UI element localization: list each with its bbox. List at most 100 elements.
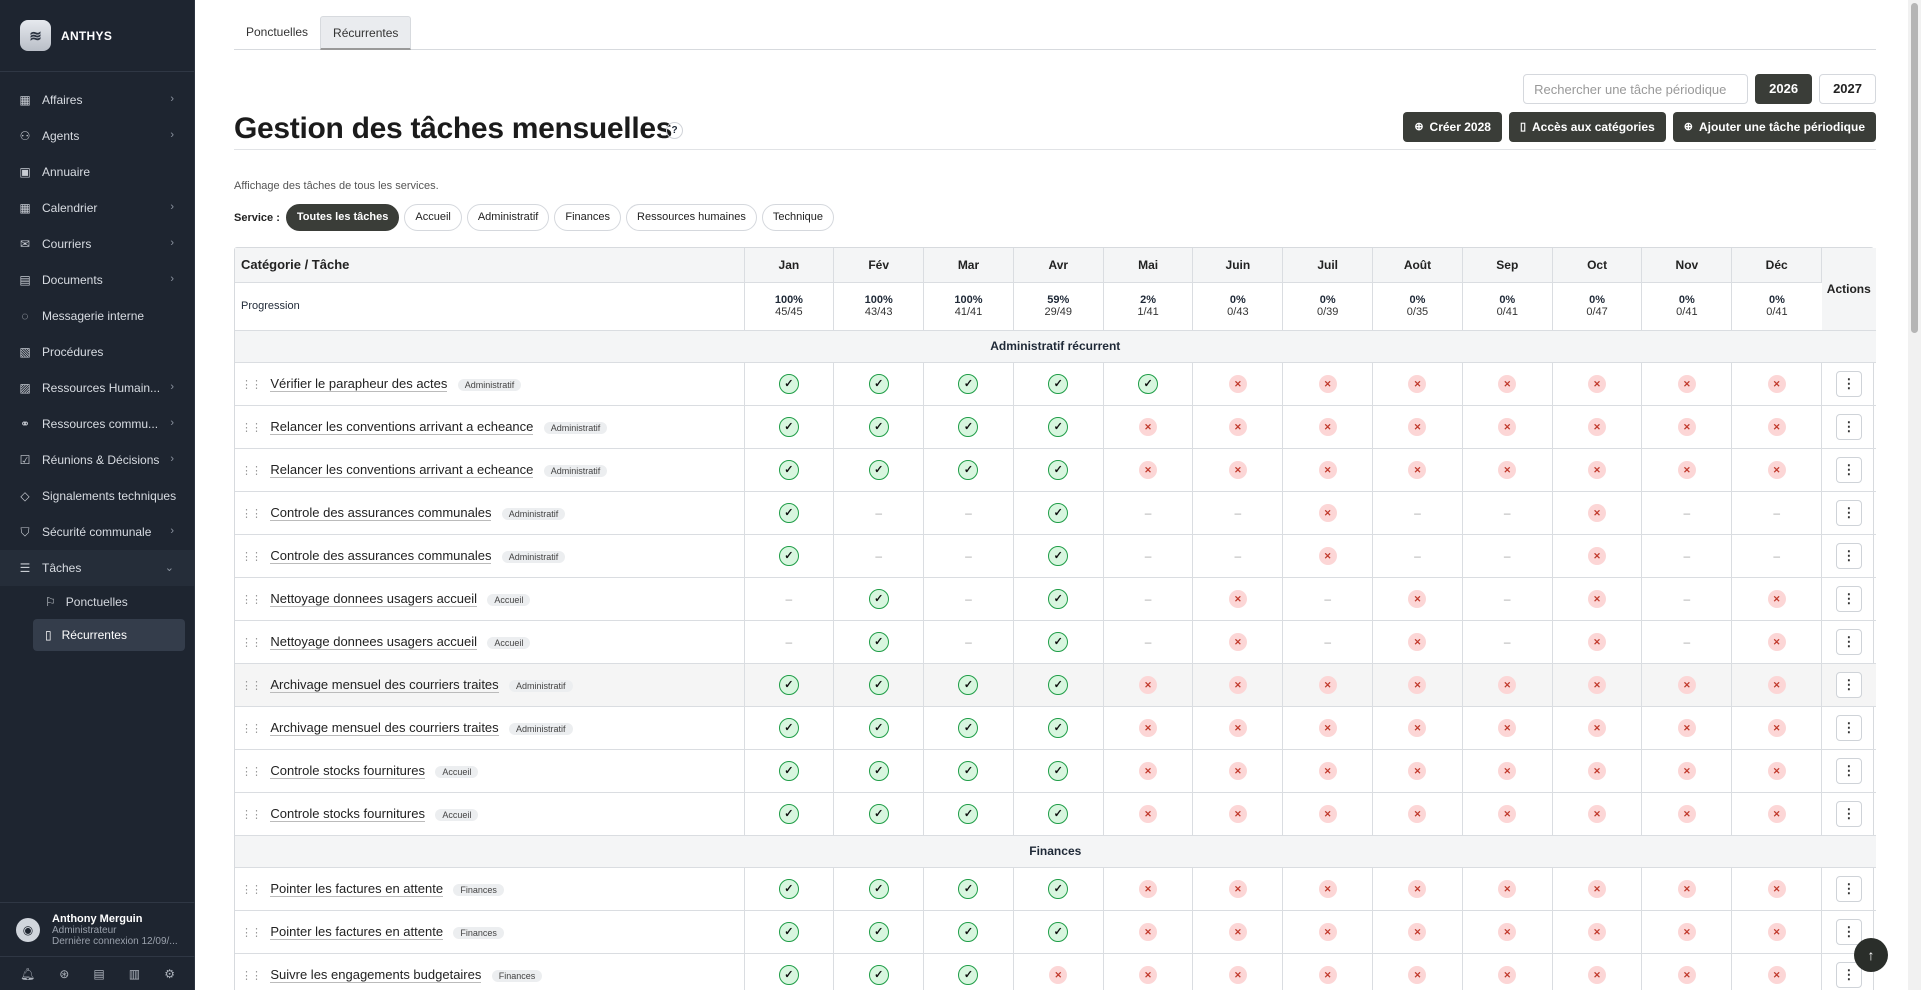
- x-circle-icon[interactable]: ✕: [1498, 879, 1517, 898]
- x-circle-icon[interactable]: ✕: [1139, 718, 1158, 737]
- filter-chip[interactable]: Toutes les tâches: [285, 204, 400, 231]
- filter-chip[interactable]: Ressources humaines: [626, 204, 757, 231]
- x-circle-icon[interactable]: ✕: [1498, 460, 1517, 479]
- check-circle-icon[interactable]: ✓: [778, 502, 799, 523]
- tab-ponctuelles[interactable]: Ponctuelles: [234, 16, 320, 50]
- x-circle-icon[interactable]: ✕: [1318, 675, 1337, 694]
- task-name-link[interactable]: Controle stocks fournitures: [270, 763, 425, 779]
- x-circle-icon[interactable]: ✕: [1228, 374, 1247, 393]
- sidebar-item-12[interactable]: ⛉ Sécurité communale ›: [0, 514, 194, 550]
- x-circle-icon[interactable]: ✕: [1767, 718, 1786, 737]
- check-circle-icon[interactable]: ✓: [868, 878, 889, 899]
- check-circle-icon[interactable]: ✓: [1048, 459, 1069, 480]
- check-circle-icon[interactable]: ✓: [958, 760, 979, 781]
- filter-chip[interactable]: Technique: [761, 204, 835, 231]
- x-circle-icon[interactable]: ✕: [1318, 460, 1337, 479]
- add-task-button[interactable]: ⊕ Ajouter une tâche périodique: [1672, 112, 1876, 142]
- sidebar-item-2[interactable]: ▣ Annuaire: [0, 154, 194, 190]
- x-circle-icon[interactable]: ✕: [1228, 417, 1247, 436]
- x-circle-icon[interactable]: ✕: [1767, 804, 1786, 823]
- x-circle-icon[interactable]: ✕: [1228, 718, 1247, 737]
- sidebar-item-4[interactable]: ✉ Courriers ›: [0, 226, 194, 262]
- x-circle-icon[interactable]: ✕: [1408, 804, 1427, 823]
- task-name-link[interactable]: Controle des assurances communales: [270, 505, 492, 521]
- check-circle-icon[interactable]: ✓: [1048, 631, 1069, 652]
- x-circle-icon[interactable]: ✕: [1588, 675, 1607, 694]
- task-name-link[interactable]: Relancer les conventions arrivant a eche…: [270, 462, 534, 478]
- task-name-link[interactable]: Vérifier le parapheur des actes: [270, 376, 448, 392]
- x-circle-icon[interactable]: ✕: [1318, 761, 1337, 780]
- x-circle-icon[interactable]: ✕: [1588, 922, 1607, 941]
- check-circle-icon[interactable]: ✓: [778, 964, 799, 985]
- drag-handle-icon[interactable]: ⋮⋮: [241, 809, 262, 821]
- drag-handle-icon[interactable]: ⋮⋮: [241, 508, 262, 520]
- x-circle-icon[interactable]: ✕: [1228, 922, 1247, 941]
- x-circle-icon[interactable]: ✕: [1767, 761, 1786, 780]
- check-circle-icon[interactable]: ✓: [958, 416, 979, 437]
- drag-handle-icon[interactable]: ⋮⋮: [241, 379, 262, 391]
- more-vertical-icon[interactable]: ⋮: [1835, 757, 1862, 784]
- check-circle-icon[interactable]: ✓: [1048, 878, 1069, 899]
- more-vertical-icon[interactable]: ⋮: [1835, 413, 1862, 440]
- check-circle-icon[interactable]: ✓: [1048, 803, 1069, 824]
- drag-handle-icon[interactable]: ⋮⋮: [241, 766, 262, 778]
- check-circle-icon[interactable]: ✓: [778, 459, 799, 480]
- categories-button[interactable]: ▯ Accès aux catégories: [1508, 112, 1666, 142]
- x-circle-icon[interactable]: ✕: [1677, 879, 1696, 898]
- more-vertical-icon[interactable]: ⋮: [1835, 542, 1862, 569]
- check-circle-icon[interactable]: ✓: [868, 588, 889, 609]
- x-circle-icon[interactable]: ✕: [1318, 965, 1337, 984]
- x-circle-icon[interactable]: ✕: [1139, 922, 1158, 941]
- drag-handle-icon[interactable]: ⋮⋮: [241, 884, 262, 896]
- x-circle-icon[interactable]: ✕: [1318, 546, 1337, 565]
- x-circle-icon[interactable]: ✕: [1677, 417, 1696, 436]
- filter-chip[interactable]: Accueil: [404, 204, 462, 231]
- filter-chip[interactable]: Administratif: [466, 204, 550, 231]
- x-circle-icon[interactable]: ✕: [1677, 675, 1696, 694]
- check-circle-icon[interactable]: ✓: [778, 760, 799, 781]
- drag-handle-icon[interactable]: ⋮⋮: [241, 422, 262, 434]
- check-circle-icon[interactable]: ✓: [778, 717, 799, 738]
- more-vertical-icon[interactable]: ⋮: [1835, 875, 1862, 902]
- task-name-link[interactable]: Suivre les engagements budgetaires: [270, 967, 482, 983]
- more-vertical-icon[interactable]: ⋮: [1835, 671, 1862, 698]
- check-circle-icon[interactable]: ✓: [778, 921, 799, 942]
- drag-handle-icon[interactable]: ⋮⋮: [241, 594, 262, 606]
- x-circle-icon[interactable]: ✕: [1498, 675, 1517, 694]
- sidebar-item-1[interactable]: ⚇ Agents ›: [0, 118, 194, 154]
- check-circle-icon[interactable]: ✓: [868, 459, 889, 480]
- check-circle-icon[interactable]: ✓: [868, 760, 889, 781]
- x-circle-icon[interactable]: ✕: [1767, 460, 1786, 479]
- x-circle-icon[interactable]: ✕: [1408, 718, 1427, 737]
- check-circle-icon[interactable]: ✓: [868, 921, 889, 942]
- x-circle-icon[interactable]: ✕: [1767, 675, 1786, 694]
- x-circle-icon[interactable]: ✕: [1677, 965, 1696, 984]
- sidebar-item-10[interactable]: ☑ Réunions & Décisions ›: [0, 442, 194, 478]
- x-circle-icon[interactable]: ✕: [1588, 965, 1607, 984]
- x-circle-icon[interactable]: ✕: [1228, 589, 1247, 608]
- x-circle-icon[interactable]: ✕: [1498, 417, 1517, 436]
- task-name-link[interactable]: Relancer les conventions arrivant a eche…: [270, 419, 534, 435]
- x-circle-icon[interactable]: ✕: [1767, 922, 1786, 941]
- x-circle-icon[interactable]: ✕: [1139, 879, 1158, 898]
- check-circle-icon[interactable]: ✓: [1048, 760, 1069, 781]
- check-circle-icon[interactable]: ✓: [958, 717, 979, 738]
- check-circle-icon[interactable]: ✓: [1048, 416, 1069, 437]
- x-circle-icon[interactable]: ✕: [1588, 804, 1607, 823]
- task-name-link[interactable]: Archivage mensuel des courriers traites: [270, 677, 499, 693]
- x-circle-icon[interactable]: ✕: [1408, 879, 1427, 898]
- more-vertical-icon[interactable]: ⋮: [1835, 628, 1862, 655]
- check-circle-icon[interactable]: ✓: [1048, 545, 1069, 566]
- task-name-link[interactable]: Nettoyage donnees usagers accueil: [270, 634, 478, 650]
- x-circle-icon[interactable]: ✕: [1408, 761, 1427, 780]
- task-name-link[interactable]: Nettoyage donnees usagers accueil: [270, 591, 478, 607]
- year-2026-button[interactable]: 2026: [1755, 74, 1813, 104]
- search-input[interactable]: [1523, 74, 1749, 104]
- support-icon[interactable]: ⊛: [59, 967, 69, 981]
- scrollbar[interactable]: [1908, 0, 1921, 990]
- x-circle-icon[interactable]: ✕: [1408, 965, 1427, 984]
- x-circle-icon[interactable]: ✕: [1318, 417, 1337, 436]
- help-icon[interactable]: ?: [666, 122, 683, 139]
- check-circle-icon[interactable]: ✓: [868, 964, 889, 985]
- check-circle-icon[interactable]: ✓: [868, 674, 889, 695]
